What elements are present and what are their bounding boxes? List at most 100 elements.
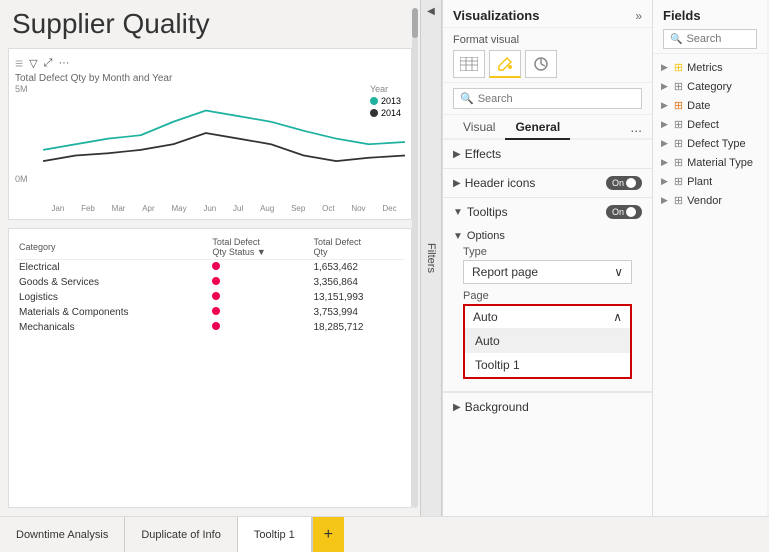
fields-title: Fields	[663, 8, 757, 23]
add-tab-button[interactable]: +	[312, 517, 344, 552]
field-table-icon: ⊞	[674, 156, 683, 169]
header-icons-toggle[interactable]: On	[606, 176, 642, 190]
viz-content: ▶ Effects ▶ Header icons On	[443, 140, 652, 516]
field-item-material-type[interactable]: ▶ ⊞ Material Type	[653, 153, 767, 172]
filter-icon[interactable]: ▽	[29, 57, 37, 70]
report-title: Supplier Quality	[8, 8, 412, 40]
chart-legend: Year 2013 2014	[370, 84, 401, 120]
field-defect-type: Defect Type	[687, 138, 746, 150]
line-chart-svg	[43, 88, 405, 178]
fields-search-box[interactable]: 🔍	[663, 29, 757, 49]
field-item-defect[interactable]: ▶ ⊞ Defect	[653, 115, 767, 134]
page-dropdown-area: Page Auto ∧ Auto Tooltip 1	[453, 290, 642, 385]
scrollbar-thumb	[412, 8, 418, 38]
table-row: Goods & Services 3,356,864	[15, 275, 405, 290]
tooltips-label: Tooltips	[467, 205, 508, 219]
format-label: Format visual	[453, 34, 642, 46]
viz-search-box[interactable]: 🔍	[453, 88, 642, 109]
bottom-tabs: Downtime Analysis Duplicate of Info Tool…	[0, 516, 769, 552]
options-chevron-icon: ▼	[453, 231, 463, 242]
col-category: Category	[15, 235, 208, 260]
fields-search-input[interactable]	[686, 33, 750, 45]
analytics-icon-btn[interactable]	[525, 50, 557, 78]
field-table-icon: ⊞	[674, 175, 683, 188]
background-section: ▶ Background	[443, 392, 652, 421]
chart-title: Total Defect Qty by Month and Year	[15, 73, 405, 84]
field-item-category[interactable]: ▶ ⊞ Category	[653, 77, 767, 96]
field-plant: Plant	[687, 176, 712, 188]
fields-header: Fields 🔍	[653, 0, 767, 54]
more-icon[interactable]: ···	[58, 57, 69, 69]
field-vendor: Vendor	[687, 195, 722, 207]
type-value: Report page	[472, 265, 538, 279]
effects-label: Effects	[465, 147, 501, 161]
tab-tooltip-1[interactable]: Tooltip 1	[238, 517, 312, 552]
field-item-plant[interactable]: ▶ ⊞ Plant	[653, 172, 767, 191]
options-label: Options	[467, 230, 505, 242]
options-section: ▼ Options Type Report page ∨ Page	[443, 226, 652, 391]
page-label: Page	[463, 290, 632, 302]
table-widget: Category Total DefectQty Status ▼ Total …	[8, 228, 412, 508]
effects-header[interactable]: ▶ Effects	[443, 140, 652, 168]
field-expand-icon: ▶	[661, 62, 668, 73]
header-icons-section: ▶ Header icons On	[443, 169, 652, 198]
effects-chevron-icon: ▶	[453, 149, 461, 160]
line-chart-area: 5M 0M Year 2013 2014	[15, 84, 405, 204]
filters-panel[interactable]: ◀ Filters	[420, 0, 442, 516]
field-date: Date	[687, 100, 710, 112]
field-expand-icon: ▶	[661, 157, 668, 168]
field-table-icon: ⊞	[674, 118, 683, 131]
field-item-date[interactable]: ▶ ⊞ Date	[653, 96, 767, 115]
page-option-auto[interactable]: Auto	[465, 329, 630, 353]
field-table-icon: ⊞	[674, 99, 683, 112]
type-dropdown-chevron-icon: ∨	[614, 265, 623, 279]
fields-list: ▶ ⊞ Metrics ▶ ⊞ Category ▶ ⊞ Date ▶ ⊞ De…	[653, 54, 767, 516]
tab-more[interactable]: ...	[630, 115, 642, 138]
visualizations-panel: Visualizations » Format visual 🔍	[442, 0, 652, 516]
tooltips-toggle[interactable]: On	[606, 205, 642, 219]
field-defect: Defect	[687, 119, 719, 131]
page-dropdown-container: Auto ∧ Auto Tooltip 1	[463, 304, 632, 379]
col-qty: Total DefectQty	[309, 235, 405, 260]
field-item-vendor[interactable]: ▶ ⊞ Vendor	[653, 191, 767, 210]
toggle-circle	[626, 178, 636, 188]
field-table-icon: ⊞	[674, 61, 683, 74]
field-item-defect-type[interactable]: ▶ ⊞ Defect Type	[653, 134, 767, 153]
field-table-icon: ⊞	[674, 137, 683, 150]
tooltips-header[interactable]: ▼ Tooltips On	[443, 198, 652, 226]
fields-search-icon: 🔍	[670, 34, 682, 45]
expand-icon[interactable]: ⤢	[44, 57, 53, 70]
header-chevron-icon: ▶	[453, 178, 461, 189]
col-status: Total DefectQty Status ▼	[208, 235, 309, 260]
field-item-metrics[interactable]: ▶ ⊞ Metrics	[653, 58, 767, 77]
tab-visual[interactable]: Visual	[453, 115, 505, 138]
tab-general[interactable]: General	[505, 115, 570, 140]
viz-search-input[interactable]	[478, 93, 635, 105]
background-header[interactable]: ▶ Background	[443, 393, 652, 421]
viz-panel-title: Visualizations	[453, 8, 539, 23]
tab-downtime-analysis[interactable]: Downtime Analysis	[0, 517, 125, 552]
search-icon: 🔍	[460, 92, 474, 105]
field-category: Category	[687, 81, 732, 93]
paint-icon-btn[interactable]	[489, 50, 521, 78]
page-dropdown-options: Auto Tooltip 1	[465, 329, 630, 377]
filters-label: Filters	[425, 243, 437, 273]
page-option-tooltip1[interactable]: Tooltip 1	[465, 353, 630, 377]
page-dropdown-selected[interactable]: Auto ∧	[465, 306, 630, 329]
table-row: Mechanicals 18,285,712	[15, 320, 405, 335]
table-row: Materials & Components 3,753,994	[15, 305, 405, 320]
viz-search-row: 🔍	[443, 83, 652, 115]
type-row: Type Report page ∨	[453, 246, 642, 290]
effects-section: ▶ Effects	[443, 140, 652, 169]
viz-expand-icon[interactable]: »	[635, 9, 642, 23]
type-dropdown[interactable]: Report page ∨	[463, 260, 632, 284]
scrollbar[interactable]	[412, 8, 418, 508]
field-material-type: Material Type	[687, 157, 753, 169]
field-table-icon: ⊞	[674, 194, 683, 207]
header-icons-header[interactable]: ▶ Header icons On	[443, 169, 652, 197]
field-expand-icon: ▶	[661, 176, 668, 187]
viz-tabs: Visual General ...	[443, 115, 652, 140]
header-icons-label: Header icons	[465, 176, 536, 190]
table-icon-btn[interactable]	[453, 50, 485, 78]
tab-duplicate-of-info[interactable]: Duplicate of Info	[125, 517, 238, 552]
